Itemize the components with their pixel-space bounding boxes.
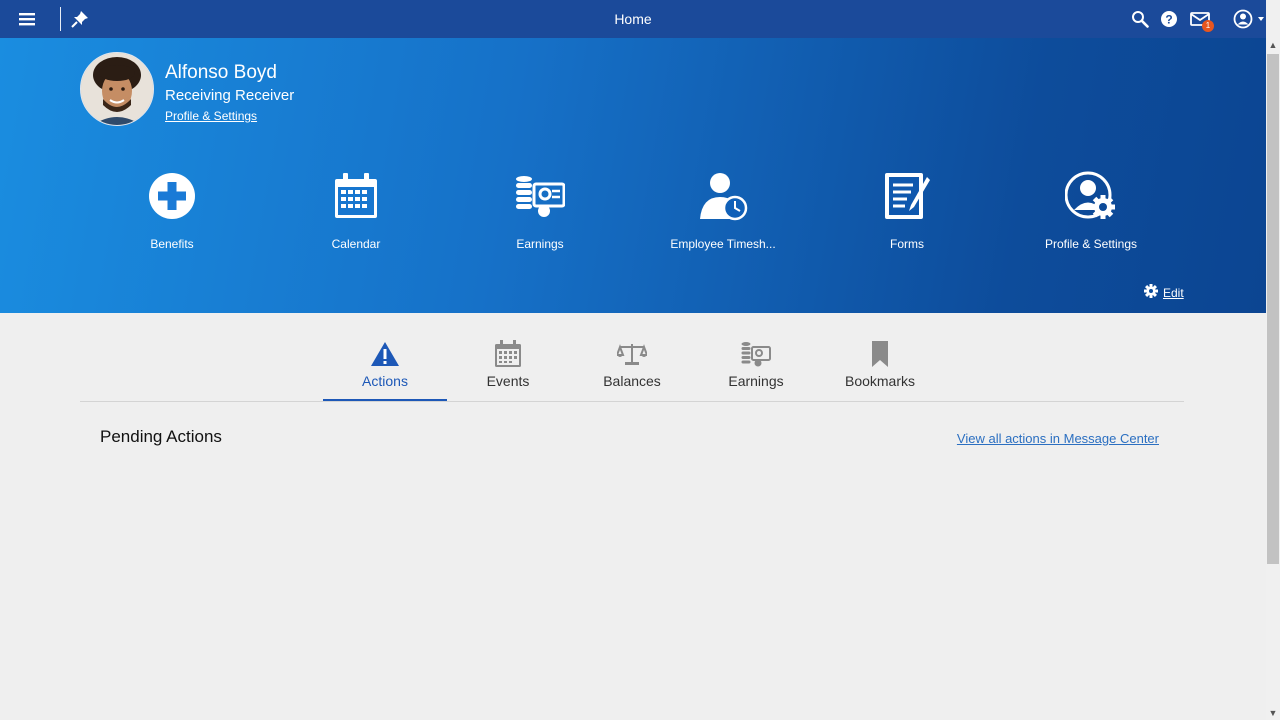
- calendar-icon: [276, 168, 436, 224]
- tab-label: Events: [486, 373, 530, 389]
- window-edge: [1266, 0, 1280, 38]
- gear-icon: [1144, 284, 1158, 301]
- scroll-up-arrow-icon[interactable]: ▲: [1266, 38, 1280, 52]
- bookmark-icon: [818, 339, 942, 369]
- tab-balances[interactable]: Balances: [570, 339, 694, 399]
- forms-icon: [827, 168, 987, 224]
- tile-employee-timesheet[interactable]: Employee Timesh...: [643, 168, 803, 251]
- tile-label: Benefits: [150, 237, 194, 251]
- user-role: Receiving Receiver: [165, 87, 295, 104]
- profile-settings-link[interactable]: Profile & Settings: [165, 109, 257, 123]
- top-bar: Home ? 1: [0, 0, 1266, 38]
- tile-forms[interactable]: Forms: [827, 168, 987, 251]
- earnings-icon: [460, 168, 620, 224]
- scale-icon: [570, 339, 694, 369]
- plus-circle-icon: [92, 168, 252, 224]
- messages-icon[interactable]: 1: [1190, 9, 1214, 32]
- profile-hero: Alfonso Boyd Receiving Receiver Profile …: [0, 38, 1266, 313]
- employee-timesheet-icon: [643, 168, 803, 224]
- tile-label: Calendar: [331, 237, 381, 251]
- edit-label: Edit: [1163, 285, 1184, 300]
- tile-benefits[interactable]: Benefits: [92, 168, 252, 251]
- tab-label: Earnings: [728, 373, 784, 389]
- vertical-scrollbar[interactable]: ▲ ▼: [1266, 38, 1280, 720]
- tile-label: Employee Timesh...: [670, 237, 776, 251]
- tab-actions[interactable]: Actions: [323, 339, 447, 401]
- edit-button[interactable]: Edit: [1144, 284, 1184, 301]
- earnings-icon: [694, 339, 818, 369]
- view-all-actions-link[interactable]: View all actions in Message Center: [957, 431, 1159, 446]
- notification-badge: 1: [1202, 20, 1214, 32]
- profile-settings-icon: [1011, 168, 1171, 224]
- content-tabs: Actions Events Balances Earnings Bookmar…: [80, 313, 1184, 402]
- search-icon[interactable]: [1130, 9, 1150, 29]
- calendar-icon: [446, 339, 570, 369]
- tab-events[interactable]: Events: [446, 339, 570, 399]
- page-title: Home: [614, 11, 652, 27]
- scrollbar-thumb[interactable]: [1267, 54, 1279, 564]
- scroll-down-arrow-icon[interactable]: ▼: [1266, 706, 1280, 720]
- tile-calendar[interactable]: Calendar: [276, 168, 436, 251]
- user-menu-icon[interactable]: [1233, 9, 1267, 29]
- tab-label: Balances: [603, 373, 661, 389]
- tab-label: Bookmarks: [844, 373, 916, 389]
- pending-actions-title: Pending Actions: [100, 427, 222, 446]
- tab-label: Actions: [362, 373, 408, 389]
- tile-earnings[interactable]: Earnings: [460, 168, 620, 251]
- tile-label: Earnings: [516, 237, 564, 251]
- user-name: Alfonso Boyd: [165, 62, 277, 83]
- svg-text:?: ?: [1165, 13, 1172, 27]
- tile-profile-settings[interactable]: Profile & Settings: [1011, 168, 1171, 251]
- avatar: [80, 52, 154, 126]
- tab-bookmarks[interactable]: Bookmarks: [818, 339, 942, 399]
- tab-earnings[interactable]: Earnings: [694, 339, 818, 399]
- tile-label: Forms: [890, 237, 924, 251]
- help-icon[interactable]: ?: [1159, 9, 1179, 29]
- warning-icon: [323, 339, 447, 369]
- tile-label: Profile & Settings: [1044, 237, 1138, 251]
